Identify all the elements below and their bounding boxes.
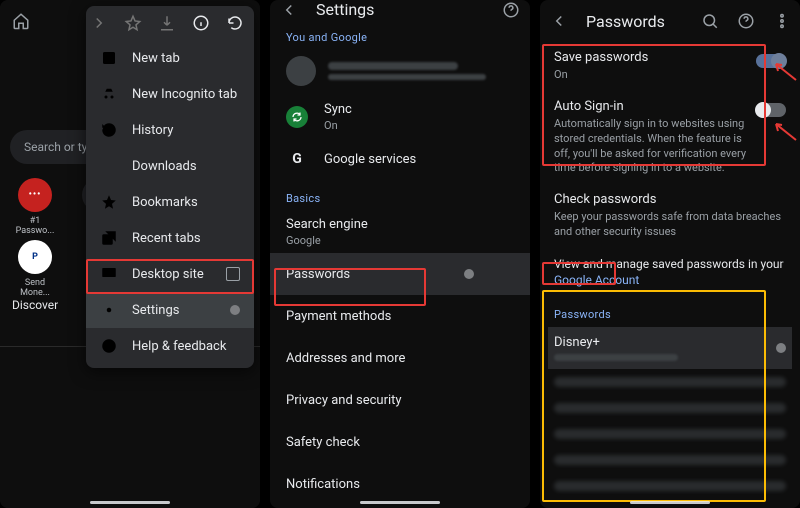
avatar [286,56,316,86]
red-arrow-1 [770,60,798,82]
password-entry-blurred[interactable] [548,369,792,395]
desktop-checkbox[interactable] [226,267,240,281]
menu-desktop-site[interactable]: Desktop site [86,256,254,292]
account-row[interactable] [270,50,530,96]
history-icon [100,121,118,139]
panel-settings: Settings You and Google SyncOn G Google … [270,0,530,508]
download-icon[interactable] [158,14,176,32]
info-icon[interactable] [192,14,210,32]
google-account-link[interactable]: Google Account [554,273,639,287]
password-entry-blurred[interactable] [548,473,792,499]
passwords-body: Save passwords On Auto Sign-in Automatic… [540,42,800,508]
settings-google-services[interactable]: G Google services [270,138,530,180]
menu-settings[interactable]: Settings [86,292,254,328]
shortcut-paypal[interactable]: PSend Mone... [10,240,60,298]
refresh-icon[interactable] [226,14,244,32]
settings-title: Settings [316,0,374,19]
auto-signin-toggle[interactable] [756,103,786,117]
menu-incognito[interactable]: New Incognito tab [86,76,254,112]
overflow-menu: New tab New Incognito tab History Downlo… [86,6,254,368]
help-icon [100,337,118,355]
shortcuts-row-2: PSend Mone... [10,240,60,298]
star-icon [100,193,118,211]
settings-titlebar: Settings [270,0,530,19]
panel-browser-menu: G Search or type w •••#1 Passwo... Upw A… [0,0,260,508]
password-entry-disney[interactable]: Disney+ [548,327,792,369]
settings-notifications[interactable]: Notifications [270,463,530,505]
account-name-blurred [328,62,458,70]
home-indicator [630,501,710,504]
account-email-blurred [328,74,486,80]
menu-downloads[interactable]: Downloads [86,148,254,184]
settings-payment[interactable]: Payment methods [270,295,530,337]
pw-username-blurred [554,354,678,361]
forward-icon[interactable] [90,14,108,32]
home-icon[interactable] [12,12,30,30]
home-indicator [360,501,440,504]
settings-passwords[interactable]: Passwords [270,253,530,295]
view-manage-row: View and manage saved passwords in your … [548,248,792,296]
touch-indicator [464,269,474,279]
more-icon[interactable] [773,12,791,30]
discover-label: Discover [12,298,58,312]
passwords-titlebar: Passwords [540,0,800,42]
touch-indicator [776,343,786,353]
menu-header [86,6,254,40]
back-icon[interactable] [550,12,568,30]
download-icon [100,157,118,175]
settings-search-engine[interactable]: Search engineGoogle [270,211,530,253]
menu-help[interactable]: Help & feedback [86,328,254,364]
incognito-icon [100,85,118,103]
settings-sync[interactable]: SyncOn [270,96,530,138]
plus-icon [100,49,118,67]
check-passwords-row[interactable]: Check passwords Keep your passwords safe… [548,184,792,248]
menu-recent-tabs[interactable]: Recent tabs [86,220,254,256]
search-icon[interactable] [701,12,719,30]
password-entry-blurred[interactable] [548,447,792,473]
gear-icon [100,301,118,319]
google-icon: G [286,148,308,170]
settings-safety[interactable]: Safety check [270,421,530,463]
tabs-icon [100,229,118,247]
back-icon[interactable] [280,1,298,19]
shortcut-1password[interactable]: •••#1 Passwo... [10,178,60,236]
touch-indicator [230,305,240,315]
help-icon[interactable] [502,1,520,19]
save-passwords-row[interactable]: Save passwords On [548,42,792,91]
auto-signin-row[interactable]: Auto Sign-in Automatically sign in to we… [548,91,792,184]
password-entry-blurred[interactable] [548,421,792,447]
password-entry-blurred[interactable] [548,395,792,421]
menu-new-tab[interactable]: New tab [86,40,254,76]
red-arrow-2 [770,120,798,142]
help-icon[interactable] [737,12,755,30]
star-icon[interactable] [124,14,142,32]
passwords-section-label: Passwords [548,296,792,327]
sync-icon [286,106,308,128]
section-basics: Basics [270,180,530,211]
menu-bookmarks[interactable]: Bookmarks [86,184,254,220]
home-indicator [90,501,170,504]
desktop-icon [100,265,118,283]
menu-history[interactable]: History [86,112,254,148]
passwords-title: Passwords [586,12,665,31]
settings-addresses[interactable]: Addresses and more [270,337,530,379]
settings-privacy[interactable]: Privacy and security [270,379,530,421]
panel-passwords: Passwords Save passwords On Auto Sign-in… [540,0,800,508]
section-you-and-google: You and Google [270,19,530,50]
